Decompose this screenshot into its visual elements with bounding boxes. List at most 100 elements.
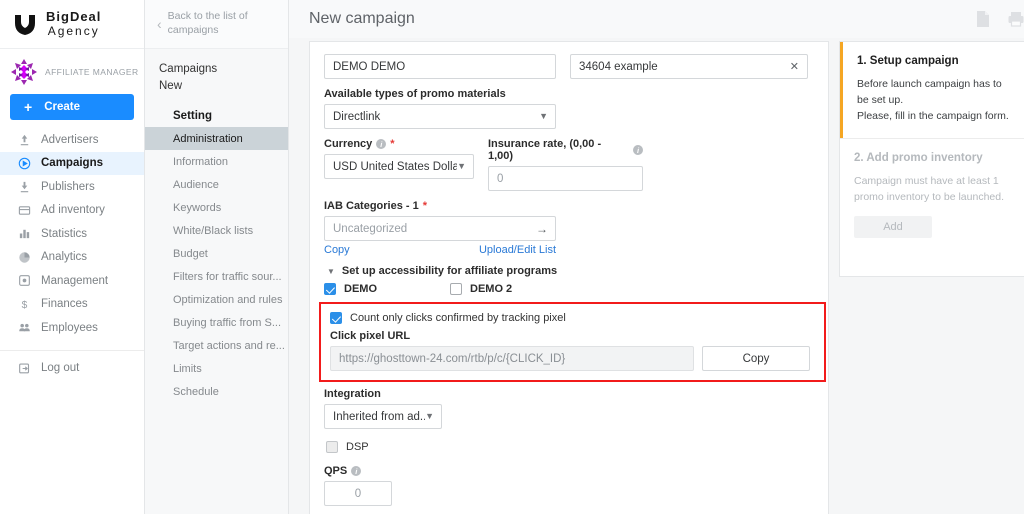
breadcrumb-line-2: New	[159, 79, 183, 92]
brand-line-2: Agency	[47, 23, 100, 38]
campaign-name-input[interactable]: DEMO DEMO	[324, 54, 556, 79]
sidebar-item-logout[interactable]: Log out	[0, 357, 144, 381]
affiliate-network-logo-icon	[10, 58, 38, 86]
sidebar-item-advertisers[interactable]: Advertisers	[0, 128, 144, 152]
integration-field-group: Integration Inherited from ad... ▼	[324, 388, 442, 429]
bar-chart-icon	[18, 227, 31, 240]
copy-pixel-url-button[interactable]: Copy	[702, 346, 810, 371]
step-2-body: Campaign must have at least 1 promo inve…	[854, 175, 1005, 203]
section-item-traffic-filters[interactable]: Filters for traffic sour...	[145, 265, 288, 288]
checkbox-icon[interactable]	[450, 283, 462, 295]
tracking-pixel-label: Count only clicks confirmed by tracking …	[350, 312, 566, 324]
upload-edit-list-link[interactable]: Upload/Edit List	[479, 244, 556, 256]
step-add-promo-inventory: 2. Add promo inventory Campaign must hav…	[840, 138, 1024, 252]
dsp-label: DSP	[346, 441, 369, 453]
sidebar-item-label: Statistics	[41, 227, 88, 240]
account-role-label: AFFILIATE MANAGER	[45, 67, 139, 77]
copy-link[interactable]: Copy	[324, 244, 350, 256]
section-item-administration[interactable]: Administration	[145, 127, 288, 151]
currency-select[interactable]: USD United States Dollar ▼	[324, 154, 474, 179]
close-icon[interactable]: ✕	[790, 60, 799, 73]
info-icon[interactable]: i	[351, 466, 362, 476]
click-pixel-url-input[interactable]: https://ghosttown-24.com/rtb/p/c/{CLICK_…	[330, 346, 694, 371]
qps-input[interactable]: 0	[324, 481, 392, 506]
section-item-audience[interactable]: Audience	[145, 173, 288, 196]
svg-text:$: $	[22, 300, 28, 311]
sidebar-item-publishers[interactable]: Publishers	[0, 175, 144, 199]
print-icon[interactable]	[1007, 10, 1024, 28]
sidebar-item-statistics[interactable]: Statistics	[0, 222, 144, 246]
qps-label: QPS i	[324, 465, 392, 477]
section-item-limits[interactable]: Limits	[145, 357, 288, 380]
campaign-form-card: DEMO DEMO 34604 example ✕ Available type…	[309, 41, 829, 514]
section-item-buying-traffic[interactable]: Buying traffic from S...	[145, 311, 288, 334]
info-icon[interactable]: i	[633, 145, 643, 155]
dsp-checkbox-row[interactable]: DSP	[326, 441, 814, 453]
iab-categories-selector[interactable]: Uncategorized →	[324, 216, 556, 241]
program-checkbox-demo-2[interactable]: DEMO 2	[450, 283, 512, 295]
accessibility-accordion-header[interactable]: ▼ Set up accessibility for affiliate pro…	[327, 265, 814, 277]
sidebar-item-employees[interactable]: Employees	[0, 316, 144, 340]
sidebar-item-analytics[interactable]: Analytics	[0, 246, 144, 270]
program-checkbox-demo[interactable]: DEMO	[324, 283, 450, 295]
section-item-optimization-rules[interactable]: Optimization and rules	[145, 288, 288, 311]
back-link-label: Back to the list of campaigns	[167, 10, 248, 36]
checkbox-icon[interactable]	[326, 441, 338, 453]
required-marker: *	[422, 200, 428, 212]
qps-label-text: QPS	[324, 465, 348, 477]
section-item-schedule[interactable]: Schedule	[145, 380, 288, 403]
sidebar-item-finances[interactable]: $ Finances	[0, 293, 144, 317]
iab-categories-value: Uncategorized	[333, 222, 408, 235]
step-1-body-line-2: Please, fill in the campaign form.	[857, 109, 1009, 122]
section-list: Setting Administration Information Audie…	[145, 104, 288, 403]
chevron-down-icon: ▼	[425, 411, 434, 421]
campaign-name-field-group: DEMO DEMO	[324, 54, 556, 79]
insurance-rate-field-group: Insurance rate, (0,00 - 1,00) i 0	[488, 138, 643, 191]
chevron-left-icon: ‹	[157, 16, 162, 32]
section-label: Schedule	[173, 385, 219, 398]
sidebar-item-label: Publishers	[41, 180, 95, 193]
section-label: White/Black lists	[173, 224, 254, 237]
promo-types-select[interactable]: Directlink ▼	[324, 104, 556, 129]
sidebar-item-label: Ad inventory	[41, 204, 105, 217]
section-item-target-actions[interactable]: Target actions and re...	[145, 334, 288, 357]
advertiser-input[interactable]: 34604 example ✕	[570, 54, 808, 79]
currency-label-text: Currency	[324, 138, 373, 150]
insurance-rate-input[interactable]: 0	[488, 166, 643, 191]
checkbox-icon[interactable]	[330, 312, 342, 324]
plus-icon: +	[24, 99, 33, 115]
document-icon[interactable]	[975, 10, 991, 28]
back-to-campaigns-link[interactable]: ‹ Back to the list of campaigns	[145, 0, 288, 49]
sidebar-item-campaigns[interactable]: Campaigns	[0, 151, 144, 175]
brand-logo[interactable]: BigDeal Agency	[0, 0, 144, 49]
qps-field-group: QPS i 0	[324, 465, 392, 506]
sidebar-item-label: Management	[41, 274, 109, 287]
promo-types-field-group: Available types of promo materials Direc…	[324, 88, 556, 129]
section-item-setting[interactable]: Setting	[145, 104, 288, 127]
integration-label: Integration	[324, 388, 381, 400]
affiliate-programs-row: DEMO DEMO 2	[324, 283, 814, 295]
section-item-budget[interactable]: Budget	[145, 242, 288, 265]
section-label: Setting	[173, 109, 212, 122]
iab-categories-field-group: IAB Categories - 1 * Uncategorized → Cop…	[324, 200, 556, 256]
brand-text: BigDeal Agency	[46, 9, 101, 39]
settings-square-icon	[18, 274, 31, 287]
section-item-keywords[interactable]: Keywords	[145, 196, 288, 219]
sidebar-item-label: Finances	[41, 298, 88, 311]
create-button[interactable]: + Create	[10, 94, 134, 120]
download-arrow-icon	[18, 180, 31, 193]
integration-select[interactable]: Inherited from ad... ▼	[324, 404, 442, 429]
step-2-title: 2. Add promo inventory	[854, 152, 983, 165]
sidebar-item-management[interactable]: Management	[0, 269, 144, 293]
section-label: Buying traffic from S...	[173, 316, 282, 329]
tracking-pixel-checkbox-row[interactable]: Count only clicks confirmed by tracking …	[330, 312, 815, 324]
sidebar-item-ad-inventory[interactable]: Ad inventory	[0, 199, 144, 223]
checkbox-icon[interactable]	[324, 283, 336, 295]
section-label: Audience	[173, 178, 219, 191]
info-icon[interactable]: i	[376, 139, 387, 149]
section-item-white-black-lists[interactable]: White/Black lists	[145, 219, 288, 242]
add-promo-inventory-button[interactable]: Add	[854, 215, 932, 238]
campaign-section-sidebar: ‹ Back to the list of campaigns Campaign…	[145, 0, 289, 514]
promo-types-value: Directlink	[333, 110, 381, 123]
section-item-information[interactable]: Information	[145, 150, 288, 173]
